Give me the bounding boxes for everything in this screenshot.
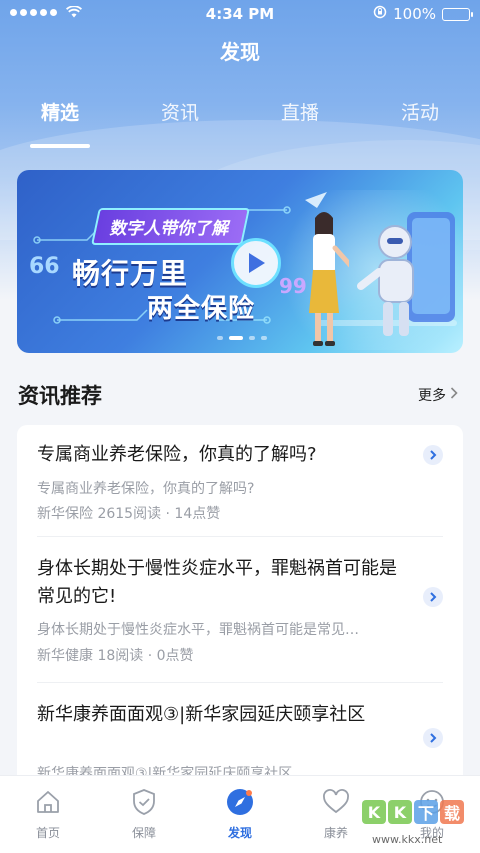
more-link[interactable]: 更多: [418, 385, 458, 405]
watermark-letter: 下: [414, 800, 438, 824]
nav-home[interactable]: 首页: [0, 786, 96, 841]
nav-discover[interactable]: 发现: [192, 786, 288, 841]
nav-label: 发现: [227, 826, 252, 840]
nav-label: 保障: [131, 826, 156, 840]
news-meta: 新华健康 18阅读 · 0点赞: [37, 648, 194, 664]
compass-icon: [192, 786, 288, 818]
news-item[interactable]: 新华康养面面观③|新华家园延庆颐享社区 新华康养面面观③|新华家园延庆颐享社区: [17, 683, 463, 785]
battery-icon: [442, 7, 473, 21]
section-title: 资讯推荐: [18, 384, 102, 408]
nav-protection[interactable]: 保障: [96, 786, 192, 841]
presenter-illustration: [309, 212, 349, 346]
news-summary: 身体长期处于慢性炎症水平，罪魁祸首可能是常见…: [37, 622, 359, 638]
news-summary: 专属商业养老保险，你真的了解吗?: [37, 481, 255, 497]
nav-label: 首页: [35, 826, 60, 840]
news-item[interactable]: 专属商业养老保险，你真的了解吗? 专属商业养老保险，你真的了解吗? 新华保险 2…: [17, 425, 463, 537]
promo-banner[interactable]: 数字人带你了解 66 畅行万里 两全保险 99: [17, 170, 463, 353]
shield-icon: [96, 786, 192, 818]
watermark-letter: K: [388, 800, 412, 824]
page-title: 发现: [220, 40, 260, 64]
carousel-indicator: [217, 336, 267, 340]
news-title: 专属商业养老保险，你真的了解吗?: [37, 444, 317, 465]
news-list: 专属商业养老保险，你真的了解吗? 专属商业养老保险，你真的了解吗? 新华保险 2…: [17, 425, 463, 785]
banner-headline: 畅行万里: [72, 257, 189, 290]
robot-illustration: [357, 212, 455, 336]
news-meta: 新华保险 2615阅读 · 14点赞: [37, 506, 221, 522]
tab-featured[interactable]: 精选: [0, 98, 120, 125]
battery-percent: 100%: [393, 5, 436, 23]
rotation-lock-icon: [373, 5, 387, 23]
tab-live[interactable]: 直播: [240, 98, 360, 125]
active-tab-indicator: [30, 144, 90, 148]
chevron-right-icon[interactable]: [423, 728, 443, 748]
battery-status: 100%: [373, 5, 473, 23]
tab-events[interactable]: 活动: [360, 98, 480, 125]
chevron-right-icon[interactable]: [423, 587, 443, 607]
news-title: 身体长期处于慢性炎症水平，罪魁祸首可能是常见的它!: [37, 558, 397, 607]
watermark-url: www.kkx.net: [372, 833, 443, 846]
play-icon[interactable]: [231, 238, 281, 288]
watermark-logo: K K 下 载: [362, 800, 464, 824]
banner-subheadline: 两全保险: [147, 294, 256, 324]
watermark-letter: 载: [440, 800, 464, 824]
status-bar: 4:34 PM 100%: [0, 0, 480, 28]
chevron-right-icon[interactable]: [423, 445, 443, 465]
more-label: 更多: [418, 388, 446, 404]
home-icon: [0, 786, 96, 818]
chevron-right-icon: [450, 387, 458, 403]
tab-news[interactable]: 资讯: [120, 98, 240, 125]
news-title: 新华康养面面观③|新华家园延庆颐享社区: [37, 704, 366, 725]
banner-tag: 数字人带你了解: [91, 208, 250, 245]
nav-label: 康养: [323, 826, 348, 840]
watermark-letter: K: [362, 800, 386, 824]
banner-quote-left: 66: [29, 254, 60, 279]
news-item[interactable]: 身体长期处于慢性炎症水平，罪魁祸首可能是常见的它! 身体长期处于慢性炎症水平，罪…: [17, 537, 463, 683]
tab-bar: 精选 资讯 直播 活动: [0, 98, 480, 148]
